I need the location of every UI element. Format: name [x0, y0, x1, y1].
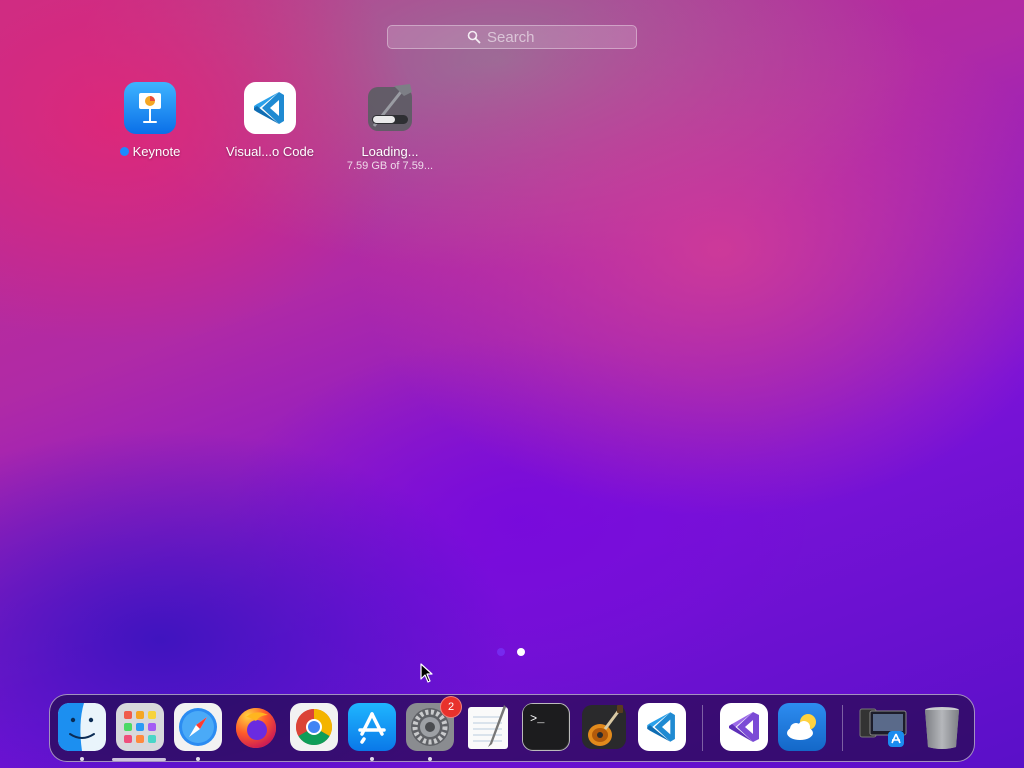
- new-app-dot: [119, 147, 129, 156]
- dock: 2 >_: [49, 694, 975, 762]
- svg-text:>_: >_: [530, 712, 545, 726]
- launchpad-icon[interactable]: [116, 703, 164, 751]
- chrome-icon[interactable]: [290, 703, 338, 751]
- running-indicator: [428, 757, 432, 761]
- xcode-installing-icon: [364, 82, 416, 134]
- finder-icon[interactable]: [58, 703, 106, 751]
- trash-icon[interactable]: [918, 703, 966, 751]
- keynote-icon: [124, 82, 176, 134]
- notification-badge: 2: [440, 696, 462, 718]
- vscode-icon: [244, 82, 296, 134]
- running-indicator: [80, 757, 84, 761]
- launchpad-search-field[interactable]: [387, 25, 637, 49]
- gear-icon[interactable]: 2: [406, 696, 462, 751]
- app-vscode[interactable]: Visual...o Code: [210, 82, 330, 159]
- search-icon: [467, 30, 481, 44]
- app-keynote[interactable]: Keynote: [90, 82, 210, 159]
- weather-icon[interactable]: [778, 703, 826, 751]
- vscode-icon[interactable]: [638, 703, 686, 751]
- app-label: Keynote: [132, 144, 181, 159]
- visual-studio-icon[interactable]: [720, 703, 768, 751]
- stack-icon[interactable]: [858, 703, 907, 751]
- textedit-icon[interactable]: [464, 703, 512, 751]
- app-xcode-loading[interactable]: Loading... 7.59 GB of 7.59...: [330, 82, 450, 172]
- mouse-cursor-icon: [420, 663, 434, 683]
- app-label: Loading...: [361, 144, 419, 159]
- terminal-icon[interactable]: >_: [522, 703, 570, 751]
- running-indicator: [196, 757, 200, 761]
- dock-separator: [702, 705, 703, 751]
- dock-separator: [842, 705, 843, 751]
- search-input[interactable]: [487, 28, 557, 46]
- firefox-icon[interactable]: [232, 703, 280, 751]
- app-label: Visual...o Code: [226, 144, 314, 159]
- download-progress-text: 7.59 GB of 7.59...: [346, 160, 434, 172]
- page-dot-2-current[interactable]: [517, 648, 525, 656]
- running-indicator: [370, 757, 374, 761]
- app-store-icon[interactable]: [348, 703, 396, 751]
- safari-icon[interactable]: [174, 703, 222, 751]
- launchpad-active-indicator: [112, 758, 166, 761]
- guitar-icon[interactable]: [580, 703, 628, 751]
- page-dot-1[interactable]: [497, 648, 505, 656]
